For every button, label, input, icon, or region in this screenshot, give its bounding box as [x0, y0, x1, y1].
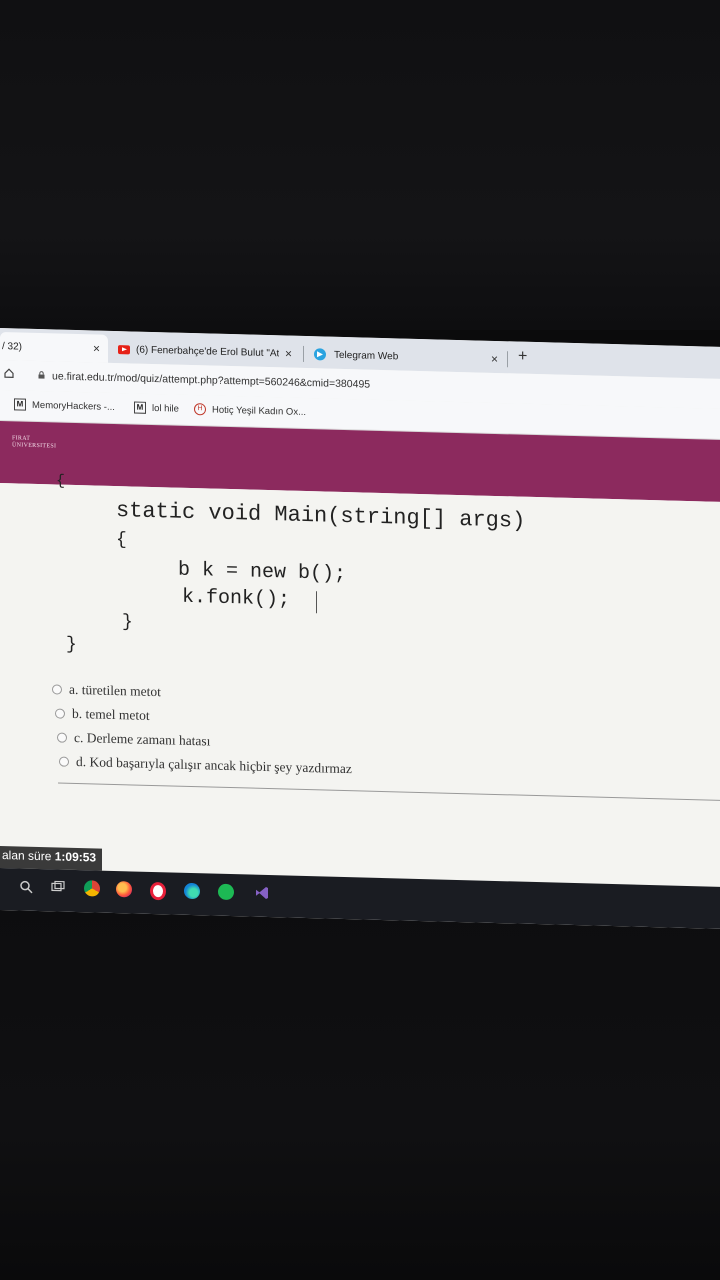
- code-line: }: [122, 612, 133, 633]
- quiz-content: { static void Main(string[] args) { b k …: [0, 472, 720, 887]
- monitor-screen: / 32) × (6) Fenerbahçe'de Erol Bulut "At…: [0, 328, 720, 929]
- bookmark-m-icon: M: [14, 398, 26, 411]
- tab-title: / 32): [2, 340, 23, 353]
- visual-studio-icon[interactable]: [254, 885, 270, 901]
- home-icon[interactable]: [4, 368, 14, 378]
- tab-title: (6) Fenerbahçe'de Erol Bulut "At: [136, 344, 280, 359]
- divider: [58, 782, 720, 801]
- timer-value: 1:09:53: [54, 849, 97, 865]
- new-tab-button[interactable]: +: [518, 348, 527, 366]
- edge-icon[interactable]: [184, 882, 200, 900]
- answer-option-a[interactable]: a. türetilen metot: [52, 681, 161, 700]
- close-icon[interactable]: ×: [491, 352, 498, 366]
- logo-line: ÜNIVERSITESI: [12, 442, 57, 450]
- quiz-timer: alan süre 1:09:53: [0, 846, 103, 871]
- bookmark-label: Hotiç Yeşil Kadın Ox...: [212, 404, 306, 418]
- radio-button[interactable]: [59, 756, 69, 767]
- code-line: }: [66, 634, 77, 656]
- university-logo[interactable]: FIRAT ÜNIVERSITESI: [12, 435, 56, 450]
- lock-icon[interactable]: [38, 371, 45, 379]
- answer-label: d. Kod başarıyla çalışır ancak hiçbir şe…: [76, 753, 352, 777]
- bookmark-memoryhackers[interactable]: M MemoryHackers -...: [14, 398, 115, 413]
- url-input[interactable]: ue.firat.edu.tr/mod/quiz/attempt.php?att…: [52, 370, 370, 390]
- answer-option-d[interactable]: d. Kod başarıyla çalışır ancak hiçbir şe…: [59, 754, 352, 778]
- youtube-icon: [118, 344, 130, 354]
- code-line: {: [116, 530, 127, 551]
- radio-button[interactable]: [55, 708, 65, 719]
- chrome-icon[interactable]: [84, 880, 100, 897]
- tab-separator: [507, 351, 508, 368]
- telegram-icon: [314, 348, 326, 361]
- tab-separator: [303, 345, 304, 362]
- tab-title: Telegram Web: [334, 349, 399, 362]
- close-icon[interactable]: ×: [93, 341, 100, 355]
- tab-quiz[interactable]: / 32) ×: [0, 332, 108, 363]
- radio-button[interactable]: [57, 732, 67, 743]
- spotify-icon[interactable]: [218, 883, 234, 901]
- code-line: {: [56, 472, 66, 490]
- answer-label: a. türetilen metot: [69, 681, 161, 700]
- bookmark-hotic[interactable]: H Hotiç Yeşil Kadın Ox...: [194, 403, 306, 418]
- code-line: static void Main(string[] args): [116, 498, 526, 534]
- search-icon[interactable]: [18, 878, 34, 894]
- close-icon[interactable]: ×: [285, 346, 292, 360]
- text-cursor: [316, 591, 317, 614]
- bookmark-label: lol hile: [152, 402, 179, 415]
- monitor-bezel-top: [0, 0, 720, 330]
- answer-label: c. Derleme zamanı hatası: [74, 729, 211, 749]
- answer-label: b. temel metot: [72, 705, 150, 723]
- monitor-bezel-bottom: [0, 900, 720, 1280]
- code-line: k.fonk();: [182, 585, 291, 612]
- bookmark-h-icon: H: [194, 403, 206, 416]
- answer-option-c[interactable]: c. Derleme zamanı hatası: [57, 729, 210, 749]
- answer-option-b[interactable]: b. temel metot: [55, 705, 150, 723]
- bookmark-m-icon: M: [134, 401, 146, 414]
- bookmark-label: MemoryHackers -...: [32, 399, 115, 413]
- radio-button[interactable]: [52, 684, 62, 695]
- bookmark-lol-hile[interactable]: M lol hile: [134, 401, 179, 415]
- firefox-icon[interactable]: [116, 881, 132, 898]
- timer-label: alan süre: [2, 848, 52, 864]
- code-line: b k = new b();: [178, 558, 347, 587]
- opera-icon[interactable]: [150, 881, 166, 901]
- task-view-icon[interactable]: [50, 879, 66, 895]
